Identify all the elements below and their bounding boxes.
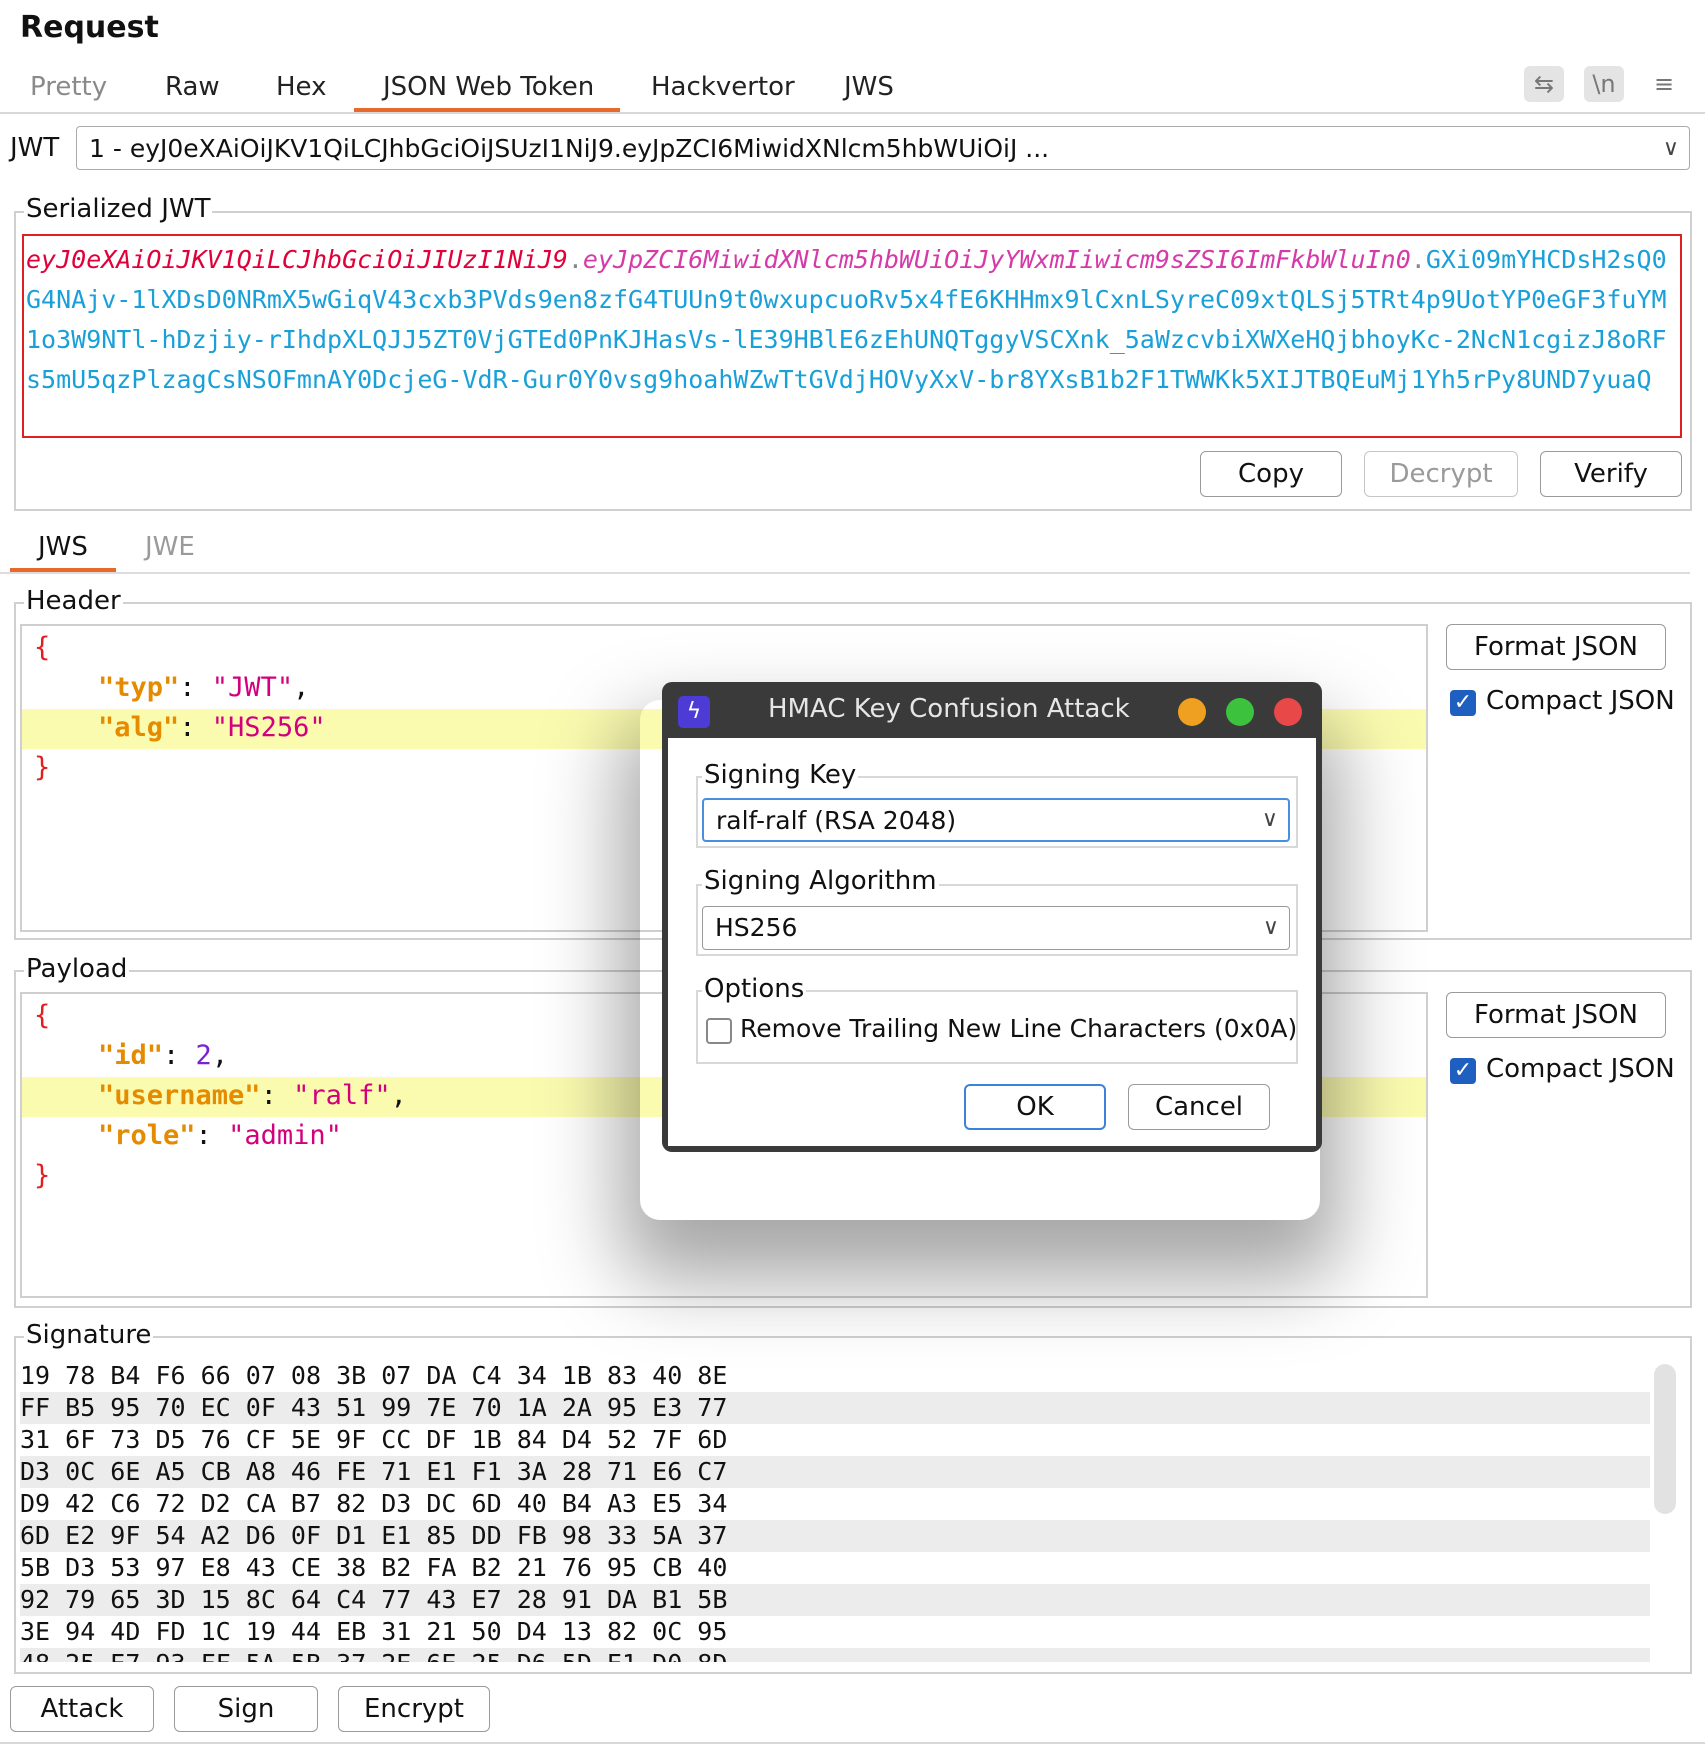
close-icon[interactable] xyxy=(1274,698,1302,726)
hex-row: 3E 94 4D FD 1C 19 44 EB 31 21 50 D4 13 8… xyxy=(20,1617,728,1646)
close-brace: } xyxy=(34,752,51,783)
word-wrap-icon[interactable]: ⇆ xyxy=(1524,66,1564,102)
signature-scrollbar[interactable] xyxy=(1654,1364,1676,1514)
json-key: "username" xyxy=(98,1080,261,1111)
copy-button[interactable]: Copy xyxy=(1200,451,1342,497)
jwt-label: JWT xyxy=(10,133,60,163)
chevron-down-icon: ∨ xyxy=(1261,807,1278,832)
json-value: "ralf" xyxy=(293,1080,391,1111)
tab-json-web-token[interactable]: JSON Web Token xyxy=(383,72,594,102)
format-json-button[interactable]: Format JSON xyxy=(1446,992,1666,1038)
jwt-select-value: 1 - eyJ0eXAiOiJKV1QiLCJhbGciOiJSUzI1NiJ9… xyxy=(89,134,1050,163)
hex-row: 5B D3 53 97 E8 43 CE 38 B2 FA B2 21 76 9… xyxy=(20,1553,728,1582)
format-json-button[interactable]: Format JSON xyxy=(1446,624,1666,670)
hmac-key-confusion-dialog: ϟ HMAC Key Confusion Attack ralf-ralf (R… xyxy=(662,682,1322,1152)
signature-hex-view[interactable]: 19 78 B4 F6 66 07 08 3B 07 DA C4 34 1B 8… xyxy=(16,1360,1686,1662)
signing-key-select[interactable]: ralf-ralf (RSA 2048) ∨ xyxy=(702,798,1290,842)
tab-hackvertor[interactable]: Hackvertor xyxy=(651,72,795,102)
token-payload-part: eyJpZCI6MiwidXNlcm5hbWUiOiJyYWxmIiwicm9s… xyxy=(582,245,1411,274)
tab-pretty[interactable]: Pretty xyxy=(30,72,107,102)
dialog-title: HMAC Key Confusion Attack xyxy=(768,694,1130,724)
tab-jws-sub[interactable]: JWS xyxy=(38,532,88,562)
json-key: "id" xyxy=(98,1040,164,1071)
ok-button[interactable]: OK xyxy=(964,1084,1106,1130)
token-dot: . xyxy=(1410,245,1426,274)
token-header-part: eyJ0eXAiOiJKV1QiLCJhbGciOiJIUzI1NiJ9 xyxy=(26,245,568,274)
open-brace: { xyxy=(34,1000,51,1031)
signing-algorithm-legend: Signing Algorithm xyxy=(702,866,939,896)
json-separator: : xyxy=(179,712,212,743)
cancel-button[interactable]: Cancel xyxy=(1128,1084,1270,1130)
options-legend: Options xyxy=(702,974,807,1004)
newline-icon[interactable]: \n xyxy=(1584,66,1624,102)
tab-jwe-sub[interactable]: JWE xyxy=(145,532,195,562)
active-tab-indicator xyxy=(354,108,620,112)
json-value: 2 xyxy=(195,1040,212,1071)
compact-json-checkbox[interactable]: ✓ xyxy=(1450,1058,1476,1084)
app-icon: ϟ xyxy=(678,696,710,728)
json-value: "admin" xyxy=(228,1120,342,1151)
token-dot: . xyxy=(567,245,583,274)
maximize-icon[interactable] xyxy=(1226,698,1254,726)
json-separator: : xyxy=(163,1040,196,1071)
signing-algorithm-value: HS256 xyxy=(715,913,798,942)
json-value: "HS256" xyxy=(211,712,326,743)
bottom-divider xyxy=(0,1742,1705,1744)
decrypt-button[interactable]: Decrypt xyxy=(1364,451,1518,497)
signature-legend: Signature xyxy=(24,1320,154,1350)
hex-row: D3 0C 6E A5 CB A8 46 FE 71 E1 F1 3A 28 7… xyxy=(20,1456,1650,1488)
chevron-down-icon: ∨ xyxy=(1262,915,1279,940)
json-comma: , xyxy=(293,672,310,703)
subtab-divider xyxy=(0,572,1690,574)
json-separator: : xyxy=(179,672,212,703)
hex-row: 48 25 E7 93 FF 5A 5B 37 2E 6E 25 D6 5D E… xyxy=(20,1648,1650,1662)
chevron-down-icon: ∨ xyxy=(1662,136,1679,161)
hex-row: 6D E2 9F 54 A2 D6 0F D1 E1 85 DD FB 98 3… xyxy=(20,1520,1650,1552)
compact-json-label: Compact JSON xyxy=(1486,686,1675,716)
verify-button[interactable]: Verify xyxy=(1540,451,1682,497)
hex-row: 19 78 B4 F6 66 07 08 3B 07 DA C4 34 1B 8… xyxy=(20,1361,728,1390)
serialized-token-text[interactable]: eyJ0eXAiOiJKV1QiLCJhbGciOiJIUzI1NiJ9.eyJ… xyxy=(22,234,1682,438)
close-brace: } xyxy=(34,1160,51,1191)
signing-key-legend: Signing Key xyxy=(702,760,859,790)
json-separator: : xyxy=(195,1120,229,1151)
compact-json-checkbox[interactable]: ✓ xyxy=(1450,690,1476,716)
header-legend: Header xyxy=(24,586,123,616)
editor-tabs: Pretty Raw Hex JSON Web Token Hackvertor… xyxy=(0,62,1705,114)
remove-newline-label: Remove Trailing New Line Characters (0x0… xyxy=(740,1014,1298,1043)
json-separator: : xyxy=(260,1080,294,1111)
hex-row: FF B5 95 70 EC 0F 43 51 99 7E 70 1A 2A 9… xyxy=(20,1392,1650,1424)
encrypt-button[interactable]: Encrypt xyxy=(338,1686,490,1732)
json-comma: , xyxy=(390,1080,407,1111)
json-key: "alg" xyxy=(98,712,180,743)
hamburger-menu-icon[interactable]: ≡ xyxy=(1644,66,1684,102)
dialog-body: ralf-ralf (RSA 2048) ∨ Signing Key HS256… xyxy=(668,738,1316,1146)
panel-title: Request xyxy=(20,10,159,45)
json-key: "role" xyxy=(98,1120,196,1151)
payload-legend: Payload xyxy=(24,954,130,984)
tab-jws[interactable]: JWS xyxy=(844,72,894,102)
jwt-select[interactable]: 1 - eyJ0eXAiOiJKV1QiLCJhbGciOiJSUzI1NiJ9… xyxy=(76,126,1690,170)
sign-button[interactable]: Sign xyxy=(174,1686,318,1732)
tab-raw[interactable]: Raw xyxy=(165,72,220,102)
signing-algorithm-select[interactable]: HS256 ∨ xyxy=(702,906,1290,950)
json-value: "JWT" xyxy=(211,672,294,703)
remove-newline-checkbox[interactable] xyxy=(706,1018,732,1044)
json-key: "typ" xyxy=(98,672,180,703)
hex-row: 31 6F 73 D5 76 CF 5E 9F CC DF 1B 84 D4 5… xyxy=(20,1425,728,1454)
tab-hex[interactable]: Hex xyxy=(276,72,326,102)
json-comma: , xyxy=(211,1040,229,1071)
attack-button[interactable]: Attack xyxy=(10,1686,154,1732)
hex-row: 92 79 65 3D 15 8C 64 C4 77 43 E7 28 91 D… xyxy=(20,1584,1650,1616)
compact-json-label: Compact JSON xyxy=(1486,1054,1675,1084)
open-brace: { xyxy=(34,632,51,663)
minimize-icon[interactable] xyxy=(1178,698,1206,726)
serialized-jwt-legend: Serialized JWT xyxy=(24,194,213,224)
signing-key-value: ralf-ralf (RSA 2048) xyxy=(716,806,957,835)
hex-row: D9 42 C6 72 D2 CA B7 82 D3 DC 6D 40 B4 A… xyxy=(20,1489,728,1518)
